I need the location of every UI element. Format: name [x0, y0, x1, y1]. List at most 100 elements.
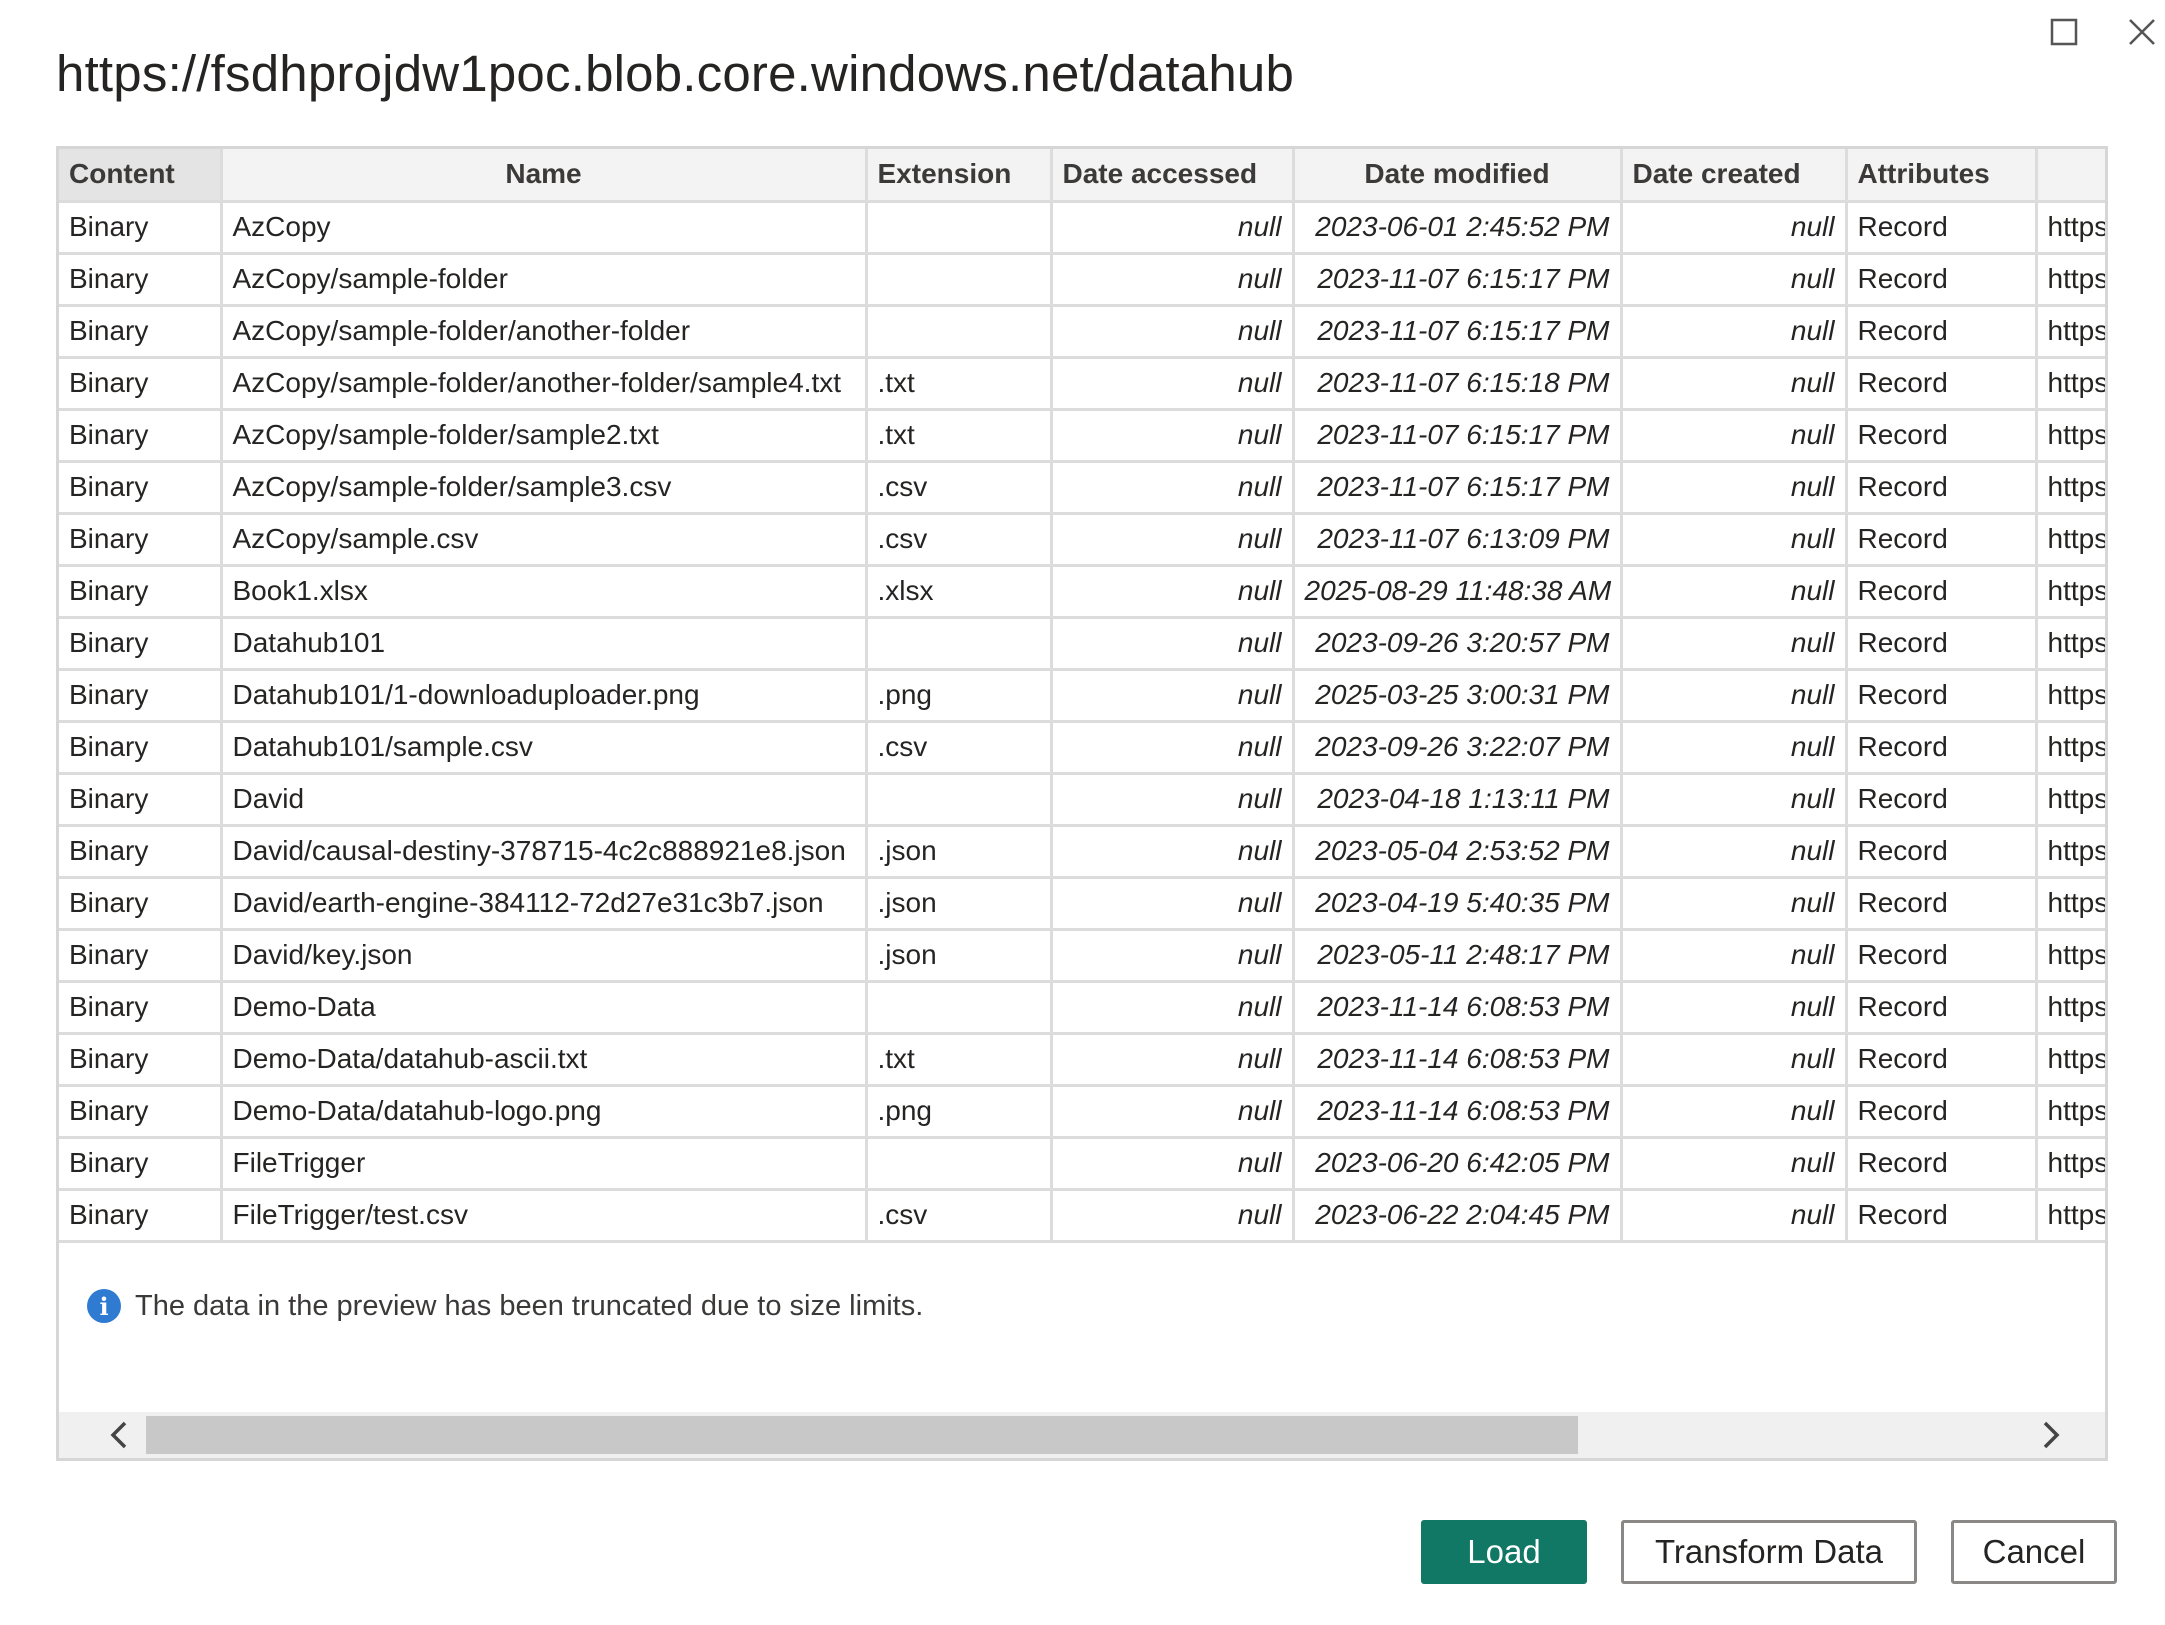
- table-row[interactable]: Binary AzCopy/sample.csv .csv null 2023-11-0…: [59, 513, 2105, 567]
- horizontal-scrollbar[interactable]: [59, 1412, 2105, 1458]
- cell-url: https:: [2036, 357, 2105, 411]
- maximize-icon: [2050, 18, 2078, 46]
- cell-attributes[interactable]: Record: [1846, 461, 2038, 515]
- cell-name: AzCopy/sample-folder: [221, 253, 868, 307]
- scroll-right-button[interactable]: [2021, 1412, 2081, 1458]
- cell-content[interactable]: Binary: [59, 305, 223, 359]
- cell-attributes[interactable]: Record: [1846, 1137, 2038, 1191]
- table-row[interactable]: Binary AzCopy/sample-folder/another-folde…: [59, 357, 2105, 411]
- table-row[interactable]: Binary David/causal-destiny-378715-4c2c88…: [59, 825, 2105, 879]
- cell-attributes[interactable]: Record: [1846, 773, 2038, 827]
- cell-content[interactable]: Binary: [59, 409, 223, 463]
- column-header-extension[interactable]: Extension: [866, 149, 1053, 203]
- cell-content[interactable]: Binary: [59, 201, 223, 255]
- cell-attributes[interactable]: Record: [1846, 565, 2038, 619]
- cell-content[interactable]: Binary: [59, 981, 223, 1035]
- cell-date-created: null: [1621, 201, 1848, 255]
- cell-name: David: [221, 773, 868, 827]
- table-row[interactable]: Binary David/key.json .json null 2023-05-11 …: [59, 929, 2105, 983]
- cell-attributes[interactable]: Record: [1846, 305, 2038, 359]
- cell-content[interactable]: Binary: [59, 253, 223, 307]
- cell-attributes[interactable]: Record: [1846, 409, 2038, 463]
- cell-content[interactable]: Binary: [59, 1137, 223, 1191]
- cell-extension: [866, 773, 1053, 827]
- table-row[interactable]: Binary AzCopy/sample-folder/sample2.txt .t…: [59, 409, 2105, 463]
- cell-name: Datahub101/sample.csv: [221, 721, 868, 775]
- cell-attributes[interactable]: Record: [1846, 1085, 2038, 1139]
- cell-url: https:: [2036, 825, 2105, 879]
- table-row[interactable]: Binary AzCopy null 2023-06-01 2:45:52 PM nul…: [59, 201, 2105, 255]
- cell-attributes[interactable]: Record: [1846, 721, 2038, 775]
- cell-date-modified: 2023-09-26 3:22:07 PM: [1293, 721, 1623, 775]
- column-header-url[interactable]: [2036, 149, 2105, 203]
- table-row[interactable]: Binary Datahub101 null 2023-09-26 3:20:57 P…: [59, 617, 2105, 671]
- preview-pane: Content Name Extension Date accessed Date mo…: [56, 146, 2108, 1461]
- cell-content[interactable]: Binary: [59, 773, 223, 827]
- table-row[interactable]: Binary Demo-Data null 2023-11-14 6:08:53 PM…: [59, 981, 2105, 1035]
- maximize-button[interactable]: [2042, 10, 2086, 54]
- cell-name: AzCopy/sample-folder/another-folder: [221, 305, 868, 359]
- cell-content[interactable]: Binary: [59, 1033, 223, 1087]
- cell-content[interactable]: Binary: [59, 357, 223, 411]
- table-row[interactable]: Binary David null 2023-04-18 1:13:11 PM null…: [59, 773, 2105, 827]
- cell-date-created: null: [1621, 825, 1848, 879]
- cell-attributes[interactable]: Record: [1846, 1033, 2038, 1087]
- table-row[interactable]: Binary FileTrigger null 2023-06-20 6:42:05 …: [59, 1137, 2105, 1191]
- column-header-content[interactable]: Content: [59, 149, 223, 203]
- cell-content[interactable]: Binary: [59, 1085, 223, 1139]
- table-row[interactable]: Binary AzCopy/sample-folder/sample3.csv .c…: [59, 461, 2105, 515]
- cell-content[interactable]: Binary: [59, 565, 223, 619]
- cell-date-modified: 2023-11-07 6:15:18 PM: [1293, 357, 1623, 411]
- table-row[interactable]: Binary FileTrigger/test.csv .csv null 2023-0…: [59, 1189, 2105, 1243]
- cell-date-modified: 2023-11-14 6:08:53 PM: [1293, 981, 1623, 1035]
- table-row[interactable]: Binary Book1.xlsx .xlsx null 2025-08-29 11:4…: [59, 565, 2105, 619]
- cell-content[interactable]: Binary: [59, 825, 223, 879]
- cell-attributes[interactable]: Record: [1846, 981, 2038, 1035]
- column-header-date-accessed[interactable]: Date accessed: [1051, 149, 1295, 203]
- cell-content[interactable]: Binary: [59, 877, 223, 931]
- table-row[interactable]: Binary AzCopy/sample-folder null 2023-11-07…: [59, 253, 2105, 307]
- close-button[interactable]: [2120, 10, 2164, 54]
- table-row[interactable]: Binary Datahub101/sample.csv .csv null 2023-…: [59, 721, 2105, 775]
- cancel-button[interactable]: Cancel: [1951, 1520, 2117, 1584]
- cell-extension: .txt: [866, 357, 1053, 411]
- cell-content[interactable]: Binary: [59, 617, 223, 671]
- truncation-notice: i The data in the preview has been trunc…: [87, 1289, 923, 1323]
- column-header-date-modified[interactable]: Date modified: [1293, 149, 1623, 203]
- transform-data-button[interactable]: Transform Data: [1621, 1520, 1917, 1584]
- load-button[interactable]: Load: [1421, 1520, 1587, 1584]
- cell-name: AzCopy/sample-folder/sample3.csv: [221, 461, 868, 515]
- column-header-date-created[interactable]: Date created: [1621, 149, 1848, 203]
- cell-url: https:: [2036, 617, 2105, 671]
- cell-date-accessed: null: [1051, 1033, 1295, 1087]
- scrollbar-thumb[interactable]: [146, 1416, 1578, 1454]
- scroll-left-button[interactable]: [89, 1412, 149, 1458]
- table-row[interactable]: Binary AzCopy/sample-folder/another-folde…: [59, 305, 2105, 359]
- column-header-name[interactable]: Name: [221, 149, 868, 203]
- table-row[interactable]: Binary Demo-Data/datahub-ascii.txt .txt nul…: [59, 1033, 2105, 1087]
- column-header-attributes[interactable]: Attributes: [1846, 149, 2038, 203]
- cell-extension: [866, 617, 1053, 671]
- cell-attributes[interactable]: Record: [1846, 825, 2038, 879]
- table-row[interactable]: Binary Demo-Data/datahub-logo.png .png null…: [59, 1085, 2105, 1139]
- cell-name: Demo-Data: [221, 981, 868, 1035]
- cell-content[interactable]: Binary: [59, 669, 223, 723]
- cell-content[interactable]: Binary: [59, 513, 223, 567]
- cell-attributes[interactable]: Record: [1846, 253, 2038, 307]
- table-row[interactable]: Binary David/earth-engine-384112-72d27e31…: [59, 877, 2105, 931]
- cell-attributes[interactable]: Record: [1846, 513, 2038, 567]
- cell-attributes[interactable]: Record: [1846, 669, 2038, 723]
- cell-content[interactable]: Binary: [59, 929, 223, 983]
- cell-attributes[interactable]: Record: [1846, 1189, 2038, 1243]
- cell-attributes[interactable]: Record: [1846, 877, 2038, 931]
- cell-attributes[interactable]: Record: [1846, 201, 2038, 255]
- cell-content[interactable]: Binary: [59, 721, 223, 775]
- cell-attributes[interactable]: Record: [1846, 617, 2038, 671]
- table-row[interactable]: Binary Datahub101/1-downloaduploader.png.…: [59, 669, 2105, 723]
- cell-attributes[interactable]: Record: [1846, 929, 2038, 983]
- cell-content[interactable]: Binary: [59, 461, 223, 515]
- cell-content[interactable]: Binary: [59, 1189, 223, 1243]
- cell-date-accessed: null: [1051, 929, 1295, 983]
- cell-attributes[interactable]: Record: [1846, 357, 2038, 411]
- chevron-left-icon: [110, 1421, 127, 1449]
